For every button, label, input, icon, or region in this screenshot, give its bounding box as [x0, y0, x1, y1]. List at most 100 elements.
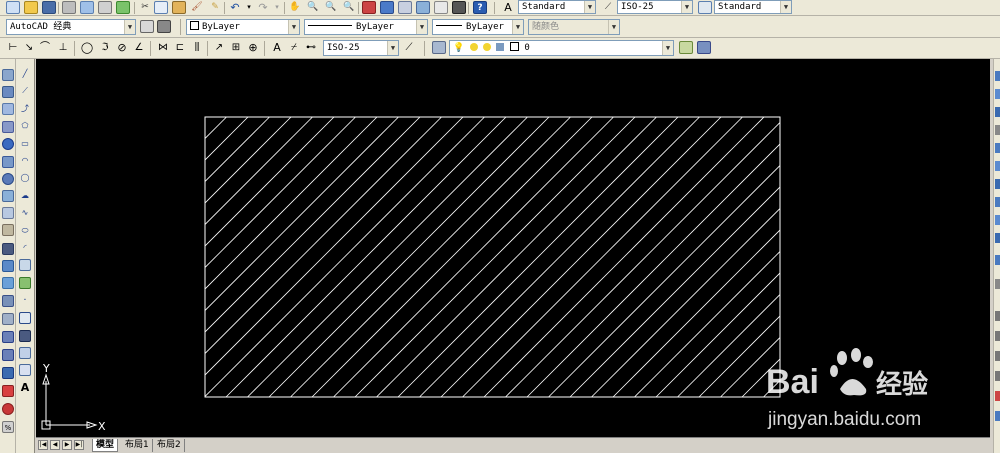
workspace-select[interactable]: AutoCAD 经典 ▼ [6, 19, 136, 35]
extrude-icon[interactable] [2, 243, 14, 255]
linetype-select[interactable]: ByLayer ▼ [304, 19, 428, 35]
right-tool-icon-10[interactable] [995, 233, 1000, 243]
help-icon[interactable]: ? [473, 1, 487, 14]
calculator-icon[interactable] [452, 1, 466, 14]
revolve-icon[interactable] [2, 295, 14, 307]
table-icon[interactable] [19, 364, 31, 376]
copy-icon[interactable] [154, 1, 168, 14]
box-icon[interactable] [2, 86, 14, 98]
arc-length-icon[interactable]: ⌒ [38, 41, 52, 54]
hatch-pattern[interactable] [36, 117, 990, 397]
intersect-icon[interactable] [2, 367, 14, 379]
block-editor-icon[interactable]: ✎ [208, 1, 222, 14]
3d-rotate-icon[interactable] [2, 403, 14, 415]
quick-dim-icon[interactable]: ⋈ [156, 41, 170, 54]
align-icon[interactable]: % [2, 421, 14, 433]
right-tool-icon-8[interactable] [995, 197, 1000, 207]
baseline-dim-icon[interactable]: ⊏ [173, 41, 187, 54]
right-tool-icon-11[interactable] [995, 255, 1000, 265]
prev-tab-button[interactable]: ◀ [50, 440, 60, 450]
sweep-icon[interactable] [2, 277, 14, 289]
undo-dropdown-icon[interactable]: ▾ [242, 1, 256, 14]
radius-dim-icon[interactable]: ◯ [80, 41, 94, 54]
dim-update-icon[interactable]: ⊷ [304, 41, 318, 54]
dim-style-select-top[interactable]: ISO-25 ▼ [617, 0, 693, 14]
planar-surface-icon[interactable] [2, 224, 14, 236]
ellipse-arc-icon[interactable]: ◜ [19, 242, 31, 254]
tab-layout2[interactable]: 布局2 [154, 439, 185, 452]
subtract-icon[interactable] [2, 349, 14, 361]
ellipse-icon[interactable]: ⬭ [19, 225, 31, 237]
tab-model[interactable]: 模型 [92, 439, 119, 452]
center-mark-icon[interactable]: ⊕ [246, 41, 260, 54]
cut-icon[interactable]: ✂ [138, 1, 152, 14]
dim-style-manager-icon[interactable]: ⟋ [402, 41, 416, 54]
union-icon[interactable] [2, 331, 14, 343]
right-tool-icon-9[interactable] [995, 215, 1000, 225]
wedge-icon[interactable] [2, 103, 14, 115]
3d-dwf-icon[interactable] [116, 1, 130, 14]
cone-icon[interactable] [2, 121, 14, 133]
ordinate-dim-icon[interactable]: ⊥ [56, 41, 70, 54]
dim-text-edit-icon[interactable]: ⌿ [287, 41, 301, 54]
print-icon[interactable] [62, 1, 76, 14]
spline-icon[interactable]: ∿ [19, 207, 31, 219]
right-tool-icon-3[interactable] [995, 107, 1000, 117]
rectangle-icon[interactable]: ▭ [19, 138, 31, 150]
continue-dim-icon[interactable]: ⫼ [190, 41, 204, 54]
arc-icon[interactable]: ◠ [19, 155, 31, 167]
lineweight-select[interactable]: ByLayer ▼ [432, 19, 524, 35]
diameter-dim-icon[interactable]: ⊘ [115, 41, 129, 54]
text-style-icon[interactable]: A [501, 1, 515, 14]
redo-icon[interactable]: ↷ [256, 1, 270, 14]
right-tool-icon-17[interactable] [995, 391, 1000, 401]
first-tab-button[interactable]: |◀ [38, 440, 48, 450]
layer-manager-icon[interactable] [432, 41, 446, 54]
right-tool-icon-2[interactable] [995, 89, 1000, 99]
layer-previous-icon[interactable] [697, 41, 711, 54]
tab-layout1[interactable]: 布局1 [122, 439, 153, 452]
zoom-realtime-icon[interactable]: 🔍 [306, 1, 320, 14]
markup-icon[interactable] [434, 1, 448, 14]
right-tool-icon-13[interactable] [995, 311, 1000, 321]
right-tool-icon-15[interactable] [995, 351, 1000, 361]
polygon-icon[interactable]: ⬠ [19, 120, 31, 132]
cylinder-icon[interactable] [2, 156, 14, 168]
workspace-settings-icon[interactable] [140, 20, 154, 33]
table-style-select[interactable]: Standard ▼ [714, 0, 792, 14]
dim-style-select[interactable]: ISO-25 ▼ [323, 40, 399, 56]
zoom-previous-icon[interactable]: 🔍 [342, 1, 356, 14]
save-icon[interactable] [42, 1, 56, 14]
publish-icon[interactable] [98, 1, 112, 14]
pan-icon[interactable]: ✋ [288, 1, 302, 14]
table-style-icon[interactable] [698, 1, 712, 14]
next-tab-button[interactable]: ▶ [62, 440, 72, 450]
match-properties-icon[interactable]: 🖌 [190, 1, 204, 14]
properties-icon[interactable] [362, 1, 376, 14]
paste-icon[interactable] [172, 1, 186, 14]
dim-style-icon[interactable]: ⟋ [601, 1, 615, 14]
make-layer-current-icon[interactable] [679, 41, 693, 54]
region-icon[interactable] [19, 347, 31, 359]
3d-move-icon[interactable] [2, 385, 14, 397]
torus-icon[interactable] [2, 173, 14, 185]
hatch-icon[interactable] [19, 312, 31, 324]
line-icon[interactable]: ╱ [19, 68, 31, 80]
angular-dim-icon[interactable]: ∠ [132, 41, 146, 54]
polyline-icon[interactable]: ⤴ [19, 103, 31, 115]
linear-dim-icon[interactable]: ⊢ [6, 41, 20, 54]
right-tool-icon-1[interactable] [995, 71, 1000, 81]
circle-icon[interactable]: ◯ [19, 172, 31, 184]
helix-icon[interactable] [2, 207, 14, 219]
presspull-icon[interactable] [2, 260, 14, 272]
color-select[interactable]: ByLayer ▼ [186, 19, 300, 35]
right-tool-icon-5[interactable] [995, 143, 1000, 153]
hatched-rectangle[interactable] [204, 116, 781, 398]
jogged-dim-icon[interactable]: ℑ [98, 41, 112, 54]
right-tool-icon-18[interactable] [995, 411, 1000, 421]
zoom-window-icon[interactable]: 🔍 [324, 1, 338, 14]
insert-block-icon[interactable] [19, 259, 31, 271]
make-block-icon[interactable] [19, 277, 31, 289]
polysolid-icon[interactable] [2, 69, 14, 81]
sphere-icon[interactable] [2, 138, 14, 150]
